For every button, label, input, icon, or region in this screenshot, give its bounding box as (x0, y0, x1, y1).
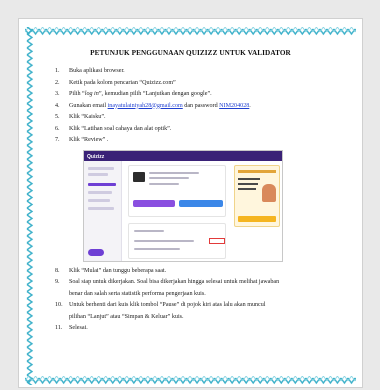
step-item: 8. Klik “Mulai” dan tunggu beberapa saat… (55, 267, 167, 274)
card-button (179, 199, 223, 207)
quizizz-topbar: Quizizz (84, 150, 282, 161)
decorative-border-left (25, 27, 34, 385)
step-item: 7. Klik “Review” . (55, 137, 109, 143)
step-item: 5. Klik “Kaisku”. (55, 114, 106, 120)
document-page: PETUNJUK PENGGUNAAN QUIZIZZ UNTUK VALIDA… (18, 18, 363, 388)
email-link[interactable]: inayatulainiyah28@gmail.com (108, 103, 183, 109)
step-item: 4. Gunakan email inayatulainiyah28@gmail… (55, 102, 251, 109)
sidebar-line (88, 182, 116, 186)
quiz-card (128, 164, 226, 217)
password-link[interactable]: NIM204028 (219, 103, 249, 109)
document-title: PETUNJUK PENGGUNAAN QUIZIZZ UNTUK VALIDA… (90, 49, 291, 57)
sidebar-line (88, 172, 108, 176)
step-item: 1. Buka aplikasi browser. (55, 68, 125, 74)
list-line (134, 239, 194, 242)
quizizz-sidebar (84, 160, 122, 261)
review-highlight-box (209, 237, 225, 244)
card-line (149, 171, 199, 174)
decorative-border-bottom (25, 376, 356, 385)
promo-panel (234, 164, 280, 227)
decorative-border-top (25, 27, 356, 36)
promo-avatar (262, 183, 276, 202)
promo-line (238, 182, 258, 185)
step-item: 10. Untuk berhenti dari kuis klik tombol… (55, 302, 266, 320)
card-line (149, 182, 179, 185)
quizizz-screenshot-item: Quizizz (55, 149, 345, 262)
step-item: 9. Soal siap untuk dikerjakan. Soal bisa… (55, 279, 280, 297)
card-button (133, 199, 175, 207)
promo-line (238, 177, 260, 180)
sidebar-line (88, 166, 114, 170)
step-item: 3. Pilih “log in”, kemudian pilih “Lanju… (55, 91, 212, 97)
sidebar-line (88, 190, 112, 194)
step-item: 6. Klik “Latihan soal cahaya dan alat op… (55, 125, 172, 132)
list-line (134, 229, 164, 232)
quizizz-screenshot: Quizizz (83, 149, 283, 262)
promo-button (238, 215, 276, 222)
steps-list: 1. Buka aplikasi browser. 2. Ketik pada … (55, 66, 345, 335)
list-line (134, 247, 180, 250)
card-line (149, 176, 189, 179)
sidebar-button (88, 248, 104, 256)
promo-line (238, 187, 256, 190)
sidebar-line (88, 206, 114, 210)
sidebar-line (88, 198, 110, 202)
step-item: 2. Ketik pada kolom pencarian “Quizizz.c… (55, 79, 176, 86)
step-item: 11. Selesai. (55, 325, 88, 331)
promo-header (238, 169, 276, 173)
quiz-thumbnail (133, 171, 145, 182)
